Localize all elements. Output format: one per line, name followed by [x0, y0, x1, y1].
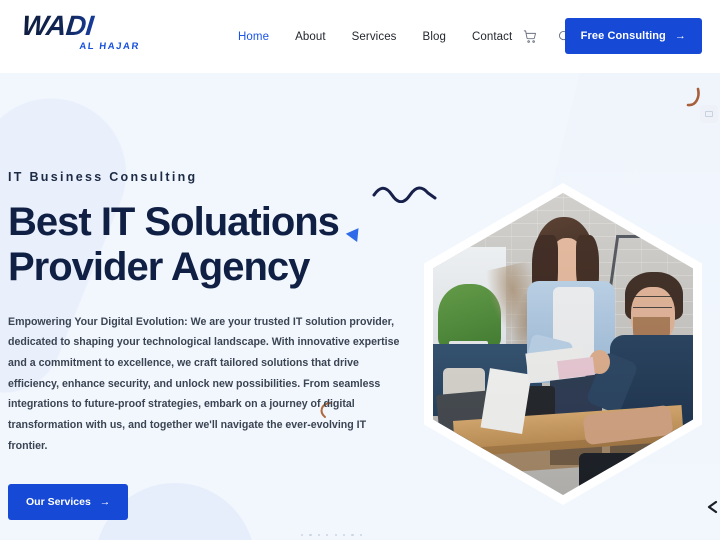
page-title: Best IT Soluations Provider Agency	[8, 200, 365, 290]
nav-item-about[interactable]: About	[295, 31, 326, 43]
arrow-right-icon: →	[674, 30, 686, 42]
free-consulting-button[interactable]: Free Consulting →	[564, 18, 702, 54]
hero-section: IT Business Consulting Best IT Soluation…	[0, 73, 720, 540]
main-navigation: Home About Services Blog Contact	[238, 0, 512, 73]
our-services-label: Our Services	[26, 496, 91, 509]
headline-line-2: Provider Agency	[8, 244, 310, 289]
our-services-button[interactable]: Our Services →	[8, 484, 129, 521]
nav-item-blog[interactable]: Blog	[423, 31, 446, 43]
site-logo[interactable]: WADI AL HAJAR	[20, 10, 144, 52]
logo-wordmark: WADI	[20, 10, 144, 41]
triangle-accent-icon	[345, 224, 365, 242]
hero-eyebrow: IT Business Consulting	[8, 170, 198, 184]
free-consulting-label: Free Consulting	[580, 30, 666, 42]
nav-item-home[interactable]: Home	[238, 31, 269, 43]
cart-icon[interactable]	[520, 27, 540, 47]
headline-line-1: Best IT Soluations	[8, 200, 340, 244]
dot-grid-decoration	[301, 534, 368, 540]
hero-content: IT Business Consulting Best IT Soluation…	[8, 170, 408, 521]
nav-item-contact[interactable]: Contact	[472, 31, 512, 43]
hero-paragraph: Empowering Your Digital Evolution: We ar…	[8, 315, 400, 452]
nav-item-services[interactable]: Services	[352, 31, 397, 43]
square-badge-icon	[700, 105, 718, 123]
logo-tagline: AL HAJAR	[78, 41, 141, 52]
arrow-right-icon: →	[99, 496, 111, 509]
chevron-left-icon[interactable]	[705, 499, 719, 520]
site-header: WADI AL HAJAR Home About Services Blog C…	[0, 0, 720, 73]
hexagon-team-photo	[424, 183, 702, 505]
